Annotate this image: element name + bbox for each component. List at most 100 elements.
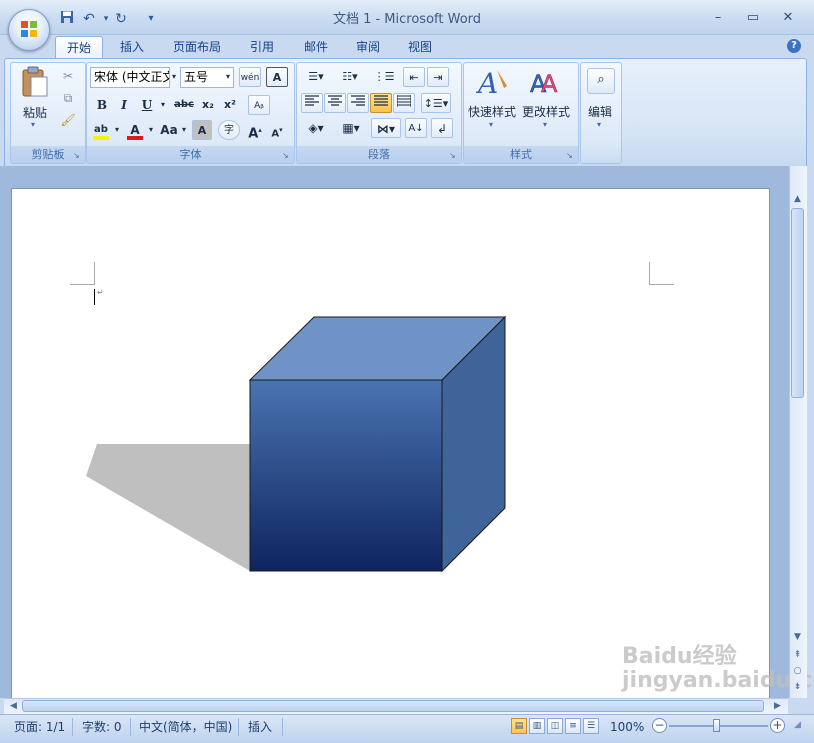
highlight-dropdown-icon[interactable]: ▾	[112, 120, 122, 140]
font-color-label: A	[130, 123, 140, 137]
underline-dropdown-icon[interactable]: ▾	[158, 95, 168, 115]
quick-styles-button[interactable]: A 快速样式 ▾	[466, 66, 518, 136]
character-shading-button[interactable]: A	[192, 120, 212, 140]
dialog-launcher-icon[interactable]: ↘	[282, 151, 291, 160]
scroll-left-icon[interactable]: ◀	[6, 699, 21, 713]
resize-grip-icon[interactable]: ◢	[794, 720, 808, 734]
document-page[interactable]: ↵ Baidu经验 jingyan.baidu.com	[11, 188, 814, 699]
horizontal-scroll-thumb[interactable]	[22, 700, 764, 712]
asian-layout-button[interactable]: ⋈▾	[371, 118, 401, 138]
office-button[interactable]	[8, 9, 50, 51]
cut-icon[interactable]: ✂	[58, 66, 78, 86]
show-marks-button[interactable]: ↲	[431, 118, 453, 138]
status-page[interactable]: 页面: 1/1	[14, 718, 65, 736]
borders-button[interactable]: ▦▾	[336, 118, 366, 138]
cube-front-face	[249, 379, 443, 572]
zoom-out-icon[interactable]: −	[652, 718, 667, 733]
bold-button[interactable]: B	[92, 95, 112, 115]
font-color-dropdown-icon[interactable]: ▾	[146, 120, 156, 140]
underline-button[interactable]: U	[137, 95, 157, 115]
close-button[interactable]: ✕	[776, 9, 800, 27]
character-border-button[interactable]: A	[266, 67, 288, 87]
editing-button[interactable]: ⌕ 编辑 ▾	[583, 66, 617, 136]
zoom-slider-thumb[interactable]	[713, 719, 720, 732]
scroll-up-icon[interactable]: ▲	[790, 192, 805, 206]
draft-view-button[interactable]: ☰	[583, 718, 599, 734]
scroll-right-icon[interactable]: ▶	[770, 699, 785, 713]
maximize-button[interactable]: ▭	[741, 9, 765, 27]
print-layout-view-button[interactable]: ▤	[511, 718, 527, 734]
subscript-button[interactable]: x₂	[198, 95, 218, 115]
align-center-button[interactable]	[324, 93, 346, 113]
change-case-dropdown-icon[interactable]: ▾	[179, 120, 189, 140]
font-name-dropdown-icon[interactable]: ▾	[168, 67, 180, 87]
dialog-launcher-icon[interactable]: ↘	[566, 151, 575, 160]
web-layout-button[interactable]: ◫	[547, 718, 563, 734]
scroll-down-icon[interactable]: ▼	[790, 630, 805, 644]
quick-styles-label: 快速样式	[467, 105, 516, 119]
dialog-launcher-icon[interactable]: ↘	[449, 151, 458, 160]
format-painter-icon[interactable]: 🖌	[58, 110, 78, 130]
align-left-button[interactable]	[301, 93, 323, 113]
full-screen-reading-button[interactable]: ▥	[529, 718, 545, 734]
phonetic-guide-button[interactable]: wén	[239, 67, 261, 87]
outline-view-button[interactable]: ≡	[565, 718, 581, 734]
font-name-combo[interactable]: 宋体 (中文正文)	[90, 67, 170, 88]
minimize-button[interactable]: –	[706, 9, 730, 27]
distributed-button[interactable]	[393, 93, 415, 113]
status-insert-mode[interactable]: 插入	[248, 718, 272, 736]
enclose-characters-button[interactable]: 字	[218, 120, 240, 140]
font-size-dropdown-icon[interactable]: ▾	[222, 67, 234, 87]
binoculars-icon: ⌕	[587, 68, 615, 94]
clear-formatting-button[interactable]: Aᵦ	[248, 95, 270, 115]
previous-page-icon[interactable]: ⇞	[790, 648, 805, 662]
tab-home[interactable]: 开始	[55, 36, 103, 59]
font-color-button[interactable]: A	[125, 120, 145, 140]
line-spacing-button[interactable]: ↕☰▾	[421, 93, 451, 113]
shrink-font-button[interactable]: A▾	[268, 120, 286, 140]
status-separator	[72, 718, 73, 736]
align-right-button[interactable]	[347, 93, 369, 113]
cube-drawing[interactable]	[12, 189, 769, 699]
multilevel-list-button[interactable]: ⋮☰	[369, 67, 399, 87]
svg-text:A: A	[541, 70, 558, 98]
zoom-in-icon[interactable]: +	[770, 718, 785, 733]
tab-references[interactable]: 引用	[240, 36, 284, 58]
status-bar	[0, 714, 814, 743]
paste-button[interactable]: 粘贴 ▾	[16, 66, 54, 136]
tab-insert[interactable]: 插入	[110, 36, 154, 58]
status-language[interactable]: 中文(简体，中国)	[139, 718, 232, 736]
status-separator	[282, 718, 283, 736]
decrease-indent-button[interactable]: ⇤	[403, 67, 425, 87]
tab-page-layout[interactable]: 页面布局	[164, 36, 230, 58]
shading-button[interactable]: ◈▾	[301, 118, 331, 138]
justify-button[interactable]	[370, 93, 392, 113]
superscript-button[interactable]: x²	[220, 95, 240, 115]
dialog-launcher-icon[interactable]: ↘	[73, 151, 82, 160]
next-page-icon[interactable]: ⇟	[790, 680, 805, 694]
status-word-count[interactable]: 字数: 0	[82, 718, 122, 736]
change-case-button[interactable]: Aa	[158, 120, 180, 140]
tab-review[interactable]: 审阅	[346, 36, 390, 58]
bullets-button[interactable]: ☰▾	[301, 67, 331, 87]
highlight-button[interactable]: ab	[91, 120, 111, 140]
tab-view[interactable]: 视图	[398, 36, 442, 58]
copy-icon[interactable]: ⧉	[58, 88, 78, 108]
help-icon[interactable]: ?	[787, 39, 801, 53]
change-styles-button[interactable]: A A 更改样式 ▾	[520, 66, 572, 136]
vertical-scroll-thumb[interactable]	[791, 208, 804, 398]
italic-button[interactable]: I	[114, 95, 134, 115]
increase-indent-button[interactable]: ⇥	[427, 67, 449, 87]
zoom-level[interactable]: 100%	[610, 718, 644, 736]
tab-mailings[interactable]: 邮件	[294, 36, 338, 58]
browse-object-icon[interactable]: ○	[790, 664, 805, 678]
strikethrough-button[interactable]: abc	[172, 95, 196, 115]
status-separator	[130, 718, 131, 736]
numbering-button[interactable]: ☷▾	[335, 67, 365, 87]
paste-icon	[22, 66, 48, 97]
align-center-icon	[328, 95, 342, 106]
sort-button[interactable]: A↓	[405, 118, 427, 138]
grow-font-button[interactable]: A▴	[246, 120, 264, 141]
shrink-font-label: A	[271, 128, 280, 140]
align-right-icon	[351, 95, 365, 106]
